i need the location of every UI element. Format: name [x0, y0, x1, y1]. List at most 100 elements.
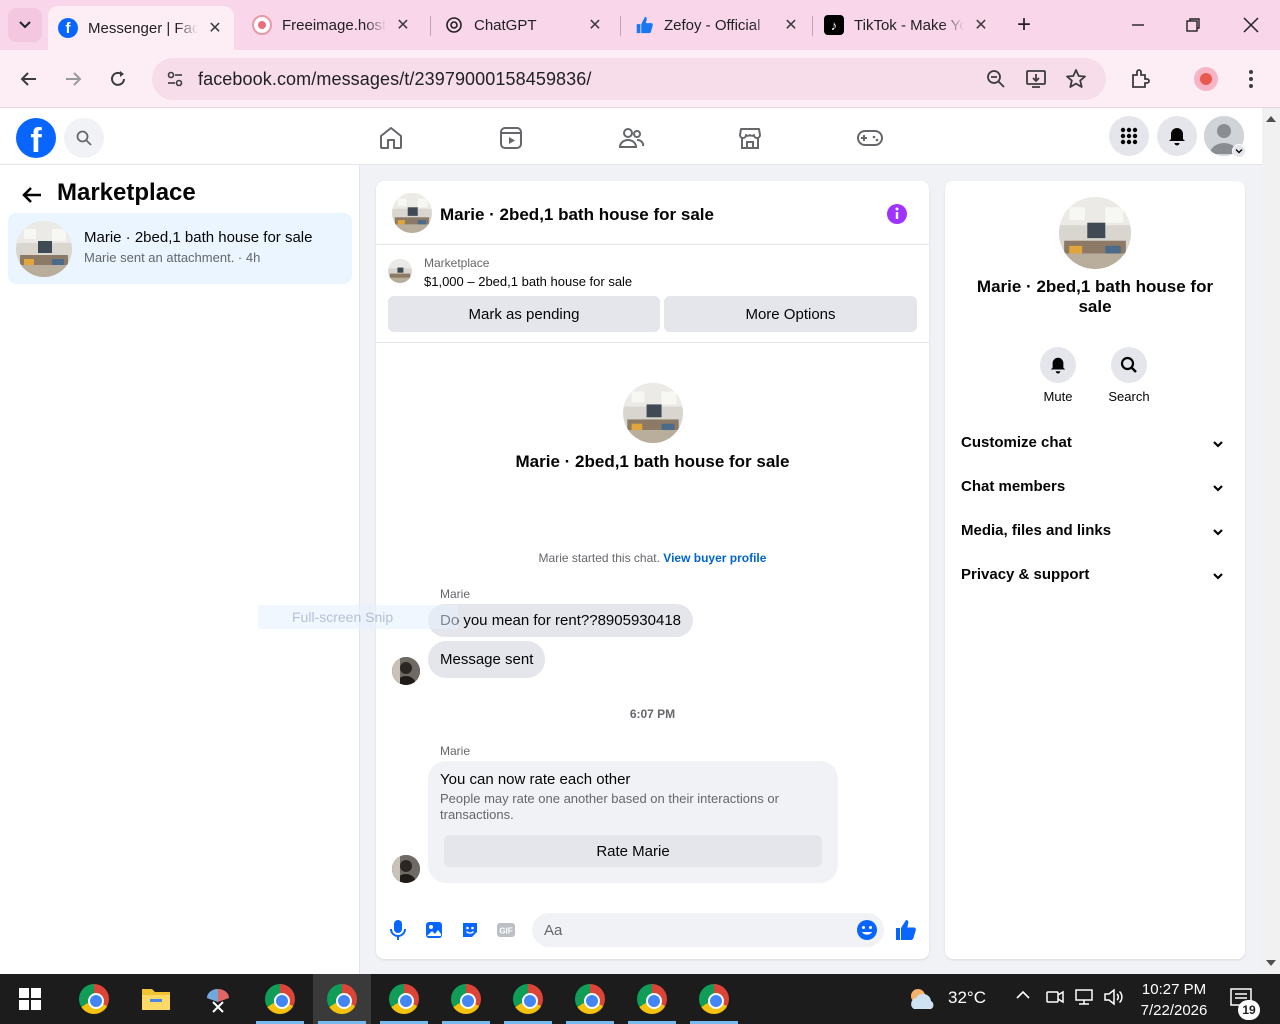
profile-avatar-icon[interactable]	[1193, 66, 1219, 92]
tiktok-icon: ♪	[824, 15, 844, 35]
view-buyer-profile-link[interactable]: View buyer profile	[663, 551, 766, 565]
notifications-button[interactable]	[1157, 116, 1197, 156]
media-files-links-row[interactable]: Media, files and links	[945, 511, 1245, 551]
nav-marketplace[interactable]	[730, 118, 770, 158]
taskbar-chrome-3[interactable]	[326, 983, 358, 1015]
listing-description[interactable]: $1,000 – 2bed,1 bath house for sale	[424, 274, 632, 289]
browser-tab-bar: f Messenger | Facebook ✕ Freeimage.host …	[0, 0, 1280, 50]
close-icon[interactable]: ✕	[586, 15, 604, 35]
nav-video[interactable]	[491, 118, 531, 158]
reload-button[interactable]	[101, 62, 135, 96]
taskbar-chrome-1[interactable]	[78, 983, 110, 1015]
page-scrollbar[interactable]	[1262, 108, 1280, 974]
tab-search-button[interactable]	[8, 8, 42, 42]
menu-button[interactable]	[1109, 116, 1149, 156]
sticker-button[interactable]	[458, 918, 482, 942]
nav-friends[interactable]	[611, 118, 651, 158]
chevron-down-icon[interactable]	[1232, 144, 1246, 158]
rate-marie-button[interactable]: Rate Marie	[444, 835, 822, 867]
listing-thumbnail[interactable]	[388, 259, 412, 283]
taskbar-chrome-7[interactable]	[574, 983, 606, 1015]
tab-messenger[interactable]: f Messenger | Facebook ✕	[48, 6, 234, 50]
browser-menu-icon[interactable]	[1238, 66, 1264, 92]
profile-avatar[interactable]	[1059, 197, 1131, 269]
taskbar-file-explorer[interactable]	[140, 983, 172, 1015]
send-like-button[interactable]	[894, 918, 918, 942]
chat-members-row[interactable]: Chat members	[945, 467, 1245, 507]
customize-chat-row[interactable]: Customize chat	[945, 423, 1245, 463]
camera-icon[interactable]	[1045, 987, 1065, 1012]
install-app-icon[interactable]	[1024, 67, 1048, 91]
taskbar-chrome-5[interactable]	[450, 983, 482, 1015]
address-bar[interactable]: facebook.com/messages/t/2397900015845983…	[152, 58, 1106, 100]
intro-name: Marie · 2bed,1 bath house for sale	[515, 452, 790, 471]
mark-as-pending-button[interactable]: Mark as pending	[388, 296, 660, 332]
close-window-button[interactable]	[1231, 10, 1271, 40]
back-button[interactable]	[18, 181, 46, 209]
start-button[interactable]	[14, 983, 46, 1015]
minimize-button[interactable]	[1118, 10, 1158, 40]
search-icon	[76, 130, 92, 146]
site-settings-icon[interactable]	[162, 66, 188, 92]
chat-title[interactable]: Marie · 2bed,1 bath house for sale	[440, 205, 714, 225]
privacy-support-row[interactable]: Privacy & support	[945, 555, 1245, 595]
tab-freeimage[interactable]: Freeimage.host ✕	[242, 6, 422, 44]
extensions-icon[interactable]	[1127, 66, 1153, 92]
close-icon[interactable]: ✕	[206, 18, 224, 38]
sender-avatar[interactable]	[392, 657, 420, 685]
message-bubble[interactable]: Message sent	[428, 641, 546, 678]
more-options-button[interactable]: More Options	[664, 296, 917, 332]
thumbs-up-icon	[634, 15, 654, 35]
nav-gaming[interactable]	[850, 118, 890, 158]
message-input[interactable]	[544, 919, 844, 941]
mute-button[interactable]: Mute	[1023, 347, 1093, 404]
tab-separator	[430, 16, 431, 36]
close-icon[interactable]: ✕	[782, 15, 800, 35]
snipping-tool-icon	[207, 989, 229, 1013]
chevron-up-icon[interactable]	[1014, 986, 1032, 1009]
zoom-icon[interactable]	[984, 67, 1008, 91]
conversation-item[interactable]: Marie · 2bed,1 bath house for sale Marie…	[8, 213, 352, 284]
sender-name: Marie	[440, 587, 471, 601]
facebook-search-button[interactable]	[64, 118, 104, 158]
chrome-icon	[451, 984, 481, 1014]
weather-widget[interactable]	[906, 983, 938, 1015]
close-icon[interactable]: ✕	[394, 15, 412, 35]
search-conversation-button[interactable]: Search	[1094, 347, 1164, 404]
volume-icon[interactable]	[1103, 987, 1125, 1012]
taskbar-chrome-8[interactable]	[636, 983, 668, 1015]
bookmark-star-icon[interactable]	[1064, 67, 1088, 91]
voice-clip-button[interactable]	[386, 918, 410, 942]
temperature[interactable]: 32°C	[948, 988, 986, 1008]
back-button[interactable]	[12, 62, 46, 96]
intro-avatar	[623, 383, 683, 443]
scroll-up-icon[interactable]	[1266, 114, 1276, 122]
new-tab-button[interactable]: +	[1010, 12, 1038, 40]
tab-chatgpt[interactable]: ChatGPT ✕	[434, 6, 614, 44]
restore-button[interactable]	[1173, 10, 1213, 40]
arrow-right-icon	[66, 72, 82, 86]
taskbar-snipping-tool[interactable]	[202, 983, 234, 1015]
taskbar-chrome-6[interactable]	[512, 983, 544, 1015]
network-icon[interactable]	[1074, 987, 1096, 1012]
taskbar-chrome-2[interactable]	[264, 983, 296, 1015]
message-bubble[interactable]: Do you mean for rent??8905930418	[428, 604, 694, 637]
weather-partly-cloudy-icon	[911, 989, 934, 1009]
chat-started-notice: Marie started this chat. View buyer prof…	[376, 551, 929, 565]
nav-home[interactable]	[371, 118, 411, 158]
tab-zefoy[interactable]: Zefoy - Official ✕	[624, 6, 810, 44]
sender-avatar[interactable]	[392, 855, 420, 883]
chat-avatar[interactable]	[392, 193, 432, 233]
taskbar-chrome-9[interactable]	[698, 983, 730, 1015]
taskbar-chrome-4[interactable]	[388, 983, 420, 1015]
info-icon[interactable]	[886, 203, 908, 225]
facebook-logo-icon[interactable]: f	[16, 118, 56, 158]
tab-tiktok[interactable]: ♪ TikTok - Make Your Day ✕	[814, 6, 1000, 44]
system-clock[interactable]: 10:27 PM 7/22/2026	[1136, 979, 1212, 1021]
gif-button[interactable]: GIF	[494, 918, 518, 942]
close-icon[interactable]: ✕	[972, 15, 990, 35]
scroll-down-icon[interactable]	[1266, 960, 1276, 968]
emoji-icon[interactable]	[856, 919, 878, 941]
attach-photo-button[interactable]	[422, 918, 446, 942]
forward-button[interactable]	[56, 62, 90, 96]
